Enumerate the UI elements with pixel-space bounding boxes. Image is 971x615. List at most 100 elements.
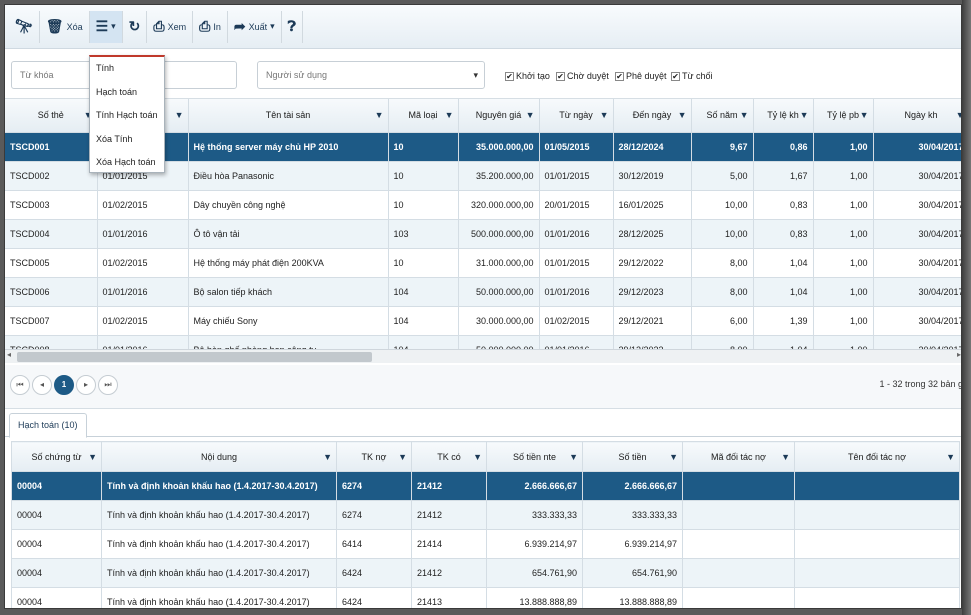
printer-icon: ⎙ <box>199 18 211 34</box>
menu-button[interactable]: ☰ ▾ <box>89 10 123 43</box>
filter-icon[interactable]: ▼ <box>669 452 678 462</box>
table-cell: TSCD004 <box>5 219 98 249</box>
table-cell: 1,00 <box>813 219 874 249</box>
column-header[interactable]: Đến ngày ▼ <box>613 99 692 133</box>
column-header[interactable]: Số thẻ▼ <box>5 99 98 133</box>
printer-icon: ⎙ <box>153 18 165 34</box>
filter-icon[interactable]: ▼ <box>445 110 454 120</box>
column-header[interactable]: TK nợ ▼ <box>336 441 412 472</box>
column-header[interactable]: Số tiền ▼ <box>582 441 683 472</box>
prev-page-button[interactable]: ◂ <box>32 375 52 395</box>
filter-icon[interactable]: ▼ <box>175 110 184 120</box>
column-header[interactable]: Số chứng từ ▼ <box>11 441 102 472</box>
column-header[interactable]: Nguyên giá ▼ <box>458 99 540 133</box>
menu-item-tinh-hach-toan[interactable]: Tính Hạch toán <box>90 104 164 128</box>
filter-icon[interactable]: ▼ <box>526 110 535 120</box>
refresh-icon: ↻ <box>128 18 141 34</box>
filter-icon[interactable]: ▼ <box>600 110 609 120</box>
export-button[interactable]: ➦ Xuất ▾ <box>228 10 282 43</box>
first-page-button[interactable]: ⏮ <box>10 375 30 395</box>
table-row[interactable]: 00004 Tính và định khoản khấu hao (1.4.20… <box>11 529 960 559</box>
column-header-label: Nguyên giá <box>475 110 522 121</box>
table-cell: 01/02/2015 <box>97 306 189 336</box>
table-cell: 6424 <box>336 558 412 588</box>
tab-hach-toan[interactable]: Hạch toán (10) <box>9 413 87 438</box>
filter-icon[interactable]: ▼ <box>678 110 687 120</box>
table-row[interactable]: 00004 Tính và định khoản khấu hao (1.4.20… <box>11 471 960 501</box>
filter-icon[interactable]: ▼ <box>800 110 809 120</box>
table-cell: Hệ thống server máy chủ HP 2010 <box>188 132 389 162</box>
current-page-button[interactable]: 1 <box>54 375 74 395</box>
menu-item-xoa-hach-toan[interactable]: Xóa Hạch toán <box>90 151 164 175</box>
column-header[interactable]: Ngày kh▼ <box>873 99 961 133</box>
table-row[interactable]: TSCD005 01/02/2015 Hệ thống máy phát điện … <box>5 248 961 278</box>
filter-icon[interactable]: ▼ <box>781 452 790 462</box>
table-cell: 10 <box>388 190 459 220</box>
column-header[interactable]: Từ ngày ▼ <box>539 99 614 133</box>
table-cell: 35.200.000,00 <box>458 161 540 191</box>
column-header-label: Số thẻ <box>37 110 64 121</box>
view-button[interactable]: ⎙ Xem <box>147 10 194 43</box>
table-cell: 1,04 <box>753 248 814 278</box>
table-cell: 20/01/2015 <box>539 190 614 220</box>
table-cell: 10 <box>388 161 459 191</box>
filter-icon[interactable]: ▼ <box>323 452 332 462</box>
scrollbar-thumb[interactable] <box>17 352 372 362</box>
column-header[interactable]: Tên đối tác nợ ▼ <box>794 441 960 472</box>
table-cell: 13.888.888,89 <box>486 587 583 608</box>
table-row[interactable]: TSCD007 01/02/2015 Máy chiếu Sony 104 30.000… <box>5 306 961 336</box>
column-header[interactable]: TK có ▼ <box>411 441 487 472</box>
filter-icon[interactable]: ▼ <box>569 452 578 462</box>
table-row[interactable]: 00004 Tính và định khoản khấu hao (1.4.20… <box>11 558 960 588</box>
table-cell: 0,83 <box>753 190 814 220</box>
filter-icon[interactable]: ▼ <box>860 110 869 120</box>
checkbox-cho-duyet[interactable]: ✔ Chờ duyệt <box>556 71 609 81</box>
arrow-right-icon[interactable]: ▸ <box>957 350 961 359</box>
filter-icon[interactable]: ▼ <box>946 452 955 462</box>
user-select[interactable]: Người sử dụng ▾ <box>257 61 485 89</box>
table-cell: 1,00 <box>813 306 874 336</box>
help-button[interactable]: ❓︎ <box>282 10 304 43</box>
column-header[interactable]: Số tiền nte ▼ <box>486 441 583 472</box>
refresh-button[interactable]: ↻ <box>123 10 148 43</box>
table-row[interactable]: 00004 Tính và định khoản khấu hao (1.4.20… <box>11 587 960 608</box>
print-button[interactable]: ⎙ In <box>193 10 228 43</box>
column-header[interactable]: Số năm ▼ <box>691 99 754 133</box>
filter-icon[interactable]: ▼ <box>375 110 384 120</box>
table-row[interactable]: TSCD003 01/02/2015 Dây chuyền công nghệ 10 3… <box>5 190 961 220</box>
filter-icon[interactable]: ▼ <box>398 452 407 462</box>
column-header[interactable]: Nội dung ▼ <box>101 441 337 472</box>
table-row[interactable]: TSCD006 01/01/2016 Bộ salon tiếp khách 104 5… <box>5 277 961 307</box>
table-row[interactable]: TSCD00801/01/2016Bộ bàn ghế phòng họp cô… <box>5 335 961 349</box>
column-header[interactable]: Tên tài sản ▼ <box>188 99 389 133</box>
table-cell: 8,00 <box>691 248 754 278</box>
trash-icon: 🗑︎ <box>45 18 64 34</box>
table-row[interactable]: 00004 Tính và định khoản khấu hao (1.4.20… <box>11 500 960 530</box>
filter-icon[interactable]: ▼ <box>473 452 482 462</box>
table-cell: 01/01/2016 <box>539 335 614 349</box>
table-row[interactable]: TSCD004 01/01/2016 Ô tô vận tải 103 500.000.… <box>5 219 961 249</box>
table-cell: 13.888.888,89 <box>582 587 683 608</box>
checkbox-khoi-tao[interactable]: ✔ Khởi tạo <box>505 71 550 81</box>
filter-icon[interactable]: ▼ <box>740 110 749 120</box>
column-header[interactable]: Tỷ lệ kh ▼ <box>753 99 814 133</box>
next-page-button[interactable]: ▸ <box>76 375 96 395</box>
binoculars-icon: 🔭︎ <box>15 18 33 34</box>
column-header[interactable]: Mã loại ▼ <box>388 99 459 133</box>
table-cell: 30/04/2017 <box>873 306 961 336</box>
menu-item-tinh[interactable]: Tính <box>90 57 164 81</box>
column-header[interactable]: Mã đối tác nợ ▼ <box>682 441 795 472</box>
last-page-button[interactable]: ⏭ <box>98 375 118 395</box>
table-cell: 0,86 <box>753 132 814 162</box>
horizontal-scrollbar[interactable]: ◂ ▸ <box>5 349 961 363</box>
delete-button[interactable]: 🗑︎ Xóa <box>40 10 90 43</box>
menu-item-hach-toan[interactable]: Hạch toán <box>90 81 164 105</box>
column-header[interactable]: Tỷ lệ pb ▼ <box>813 99 874 133</box>
arrow-left-icon[interactable]: ◂ <box>7 350 11 359</box>
checkbox-tu-choi[interactable]: ✔ Từ chối <box>671 71 713 81</box>
search-button[interactable]: 🔭︎ <box>9 10 40 43</box>
table-cell: 1,00 <box>813 335 874 349</box>
filter-icon[interactable]: ▼ <box>88 452 97 462</box>
menu-item-xoa-tinh[interactable]: Xóa Tính <box>90 128 164 152</box>
checkbox-phe-duyet[interactable]: ✔ Phê duyệt <box>615 71 667 81</box>
